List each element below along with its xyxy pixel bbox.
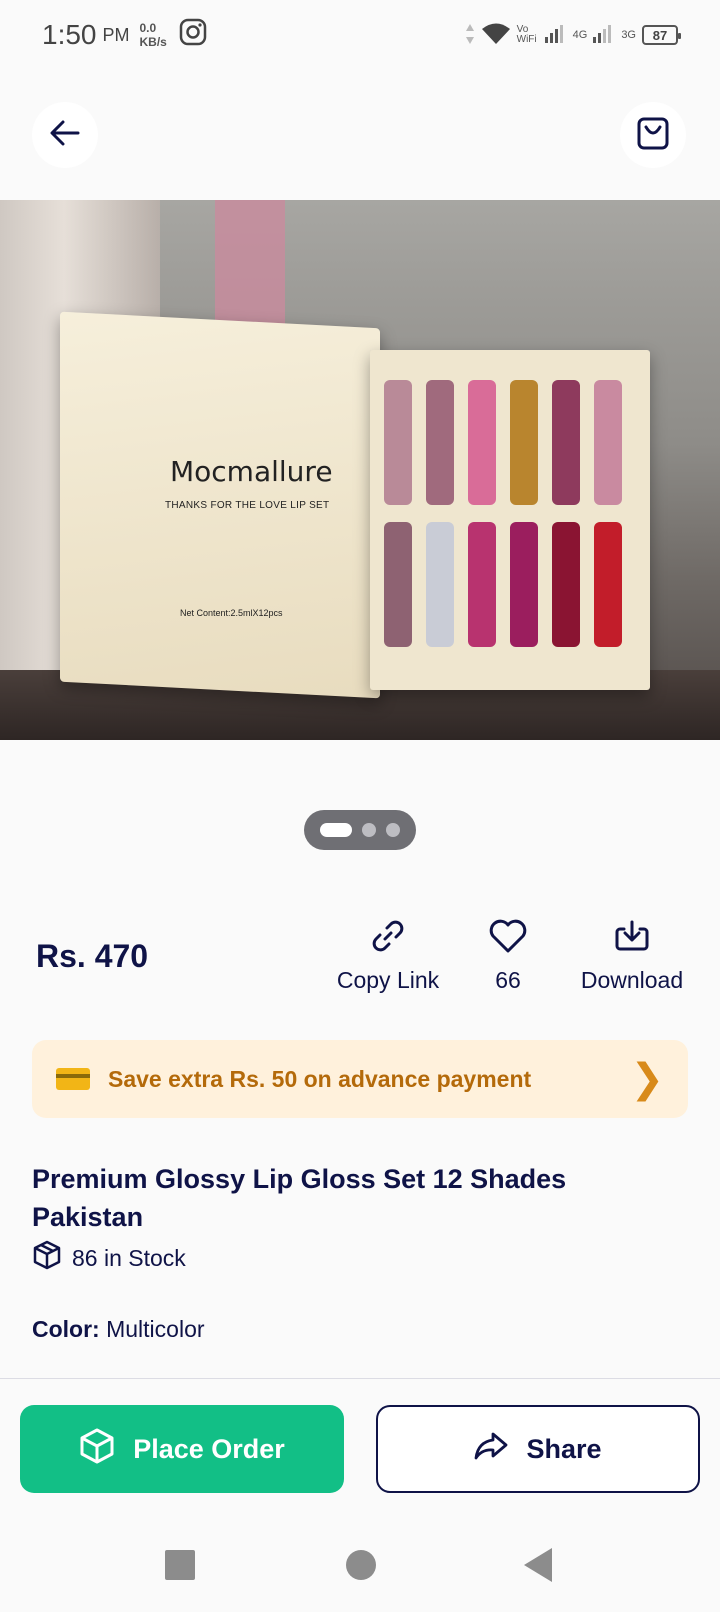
data-arrows-icon bbox=[465, 23, 475, 48]
carousel-dot-active[interactable] bbox=[320, 823, 352, 837]
arrow-left-icon bbox=[50, 120, 80, 151]
gloss-tube bbox=[510, 380, 538, 505]
share-arrow-icon bbox=[474, 1431, 508, 1468]
recent-apps-button[interactable] bbox=[165, 1550, 195, 1580]
link-icon bbox=[370, 918, 406, 959]
package-icon bbox=[79, 1427, 115, 1472]
box-net-content: Net Content:2.5mlX12pcs bbox=[180, 608, 283, 618]
box-tagline: THANKS FOR THE LOVE LIP SET bbox=[165, 500, 330, 511]
carousel-indicator bbox=[304, 810, 416, 850]
download-label: Download bbox=[580, 967, 684, 993]
color-label: Color: bbox=[32, 1316, 100, 1342]
stock-count: 86 in Stock bbox=[72, 1244, 186, 1271]
battery-level: 87 bbox=[652, 27, 668, 43]
gloss-tube bbox=[468, 522, 496, 647]
product-price: Rs. 470 bbox=[36, 938, 149, 974]
network-speed: 0.0 KB/s bbox=[140, 21, 167, 49]
divider bbox=[0, 1378, 720, 1379]
network-type-1: 4G bbox=[572, 29, 588, 41]
carousel-dot[interactable] bbox=[362, 823, 376, 837]
advance-payment-banner[interactable]: Save extra Rs. 50 on advance payment ❯ bbox=[32, 1040, 688, 1118]
cart-button[interactable] bbox=[620, 102, 686, 168]
copy-link-label: Copy Link bbox=[336, 967, 440, 993]
heart-icon bbox=[488, 918, 528, 959]
back-button[interactable] bbox=[32, 102, 98, 168]
gloss-tray bbox=[370, 350, 650, 690]
place-order-button[interactable]: Place Order bbox=[20, 1405, 344, 1493]
download-icon bbox=[614, 918, 650, 959]
shopping-bag-icon bbox=[636, 115, 670, 156]
network-speed-value: 0.0 bbox=[139, 21, 157, 35]
signal-icon-1 bbox=[544, 24, 567, 47]
promo-text: Save extra Rs. 50 on advance payment bbox=[108, 1065, 532, 1092]
wifi-icon bbox=[481, 22, 511, 49]
like-count: 66 bbox=[495, 967, 521, 993]
status-icons: Vo WiFi 4G 3G 87 bbox=[465, 22, 681, 49]
download-button[interactable]: Download bbox=[574, 918, 690, 994]
gloss-tube bbox=[384, 522, 412, 647]
box-brand-text: Mocmallure bbox=[170, 455, 333, 488]
carousel-dot[interactable] bbox=[386, 823, 400, 837]
gloss-tube bbox=[552, 522, 580, 647]
gloss-tube bbox=[594, 522, 622, 647]
chevron-right-icon: ❯ bbox=[630, 1057, 664, 1101]
home-button[interactable] bbox=[346, 1550, 376, 1580]
product-title: Premium Glossy Lip Gloss Set 12 Shades P… bbox=[32, 1164, 567, 1232]
gloss-tube bbox=[426, 522, 454, 647]
gloss-tube bbox=[384, 380, 412, 505]
color-info: Color: Multicolor bbox=[32, 1316, 205, 1343]
share-label: Share bbox=[526, 1433, 602, 1464]
copy-link-button[interactable]: Copy Link bbox=[334, 918, 442, 994]
color-value: Multicolor bbox=[106, 1316, 205, 1342]
status-ampm: PM bbox=[102, 24, 130, 45]
system-back-button[interactable] bbox=[524, 1548, 552, 1582]
gloss-tube bbox=[552, 380, 580, 505]
gloss-tube bbox=[426, 380, 454, 505]
like-button[interactable]: 66 bbox=[478, 918, 538, 994]
share-button[interactable]: Share bbox=[376, 1405, 700, 1493]
credit-card-icon bbox=[56, 1068, 90, 1090]
gloss-tube bbox=[594, 380, 622, 505]
gloss-tube bbox=[468, 380, 496, 505]
place-order-label: Place Order bbox=[133, 1433, 285, 1464]
battery-icon: 87 bbox=[642, 25, 681, 45]
signal-icon-2 bbox=[593, 24, 615, 47]
instagram-icon bbox=[179, 18, 207, 53]
vowifi-label: Vo WiFi bbox=[516, 24, 537, 45]
box-icon bbox=[32, 1240, 62, 1276]
stock-info: 86 in Stock bbox=[32, 1240, 186, 1276]
status-time: 1:50 bbox=[42, 19, 97, 50]
network-type-2: 3G bbox=[621, 29, 636, 41]
network-speed-unit: KB/s bbox=[139, 35, 167, 49]
gloss-tube bbox=[510, 522, 538, 647]
status-bar: 1:50 PM 0.0 KB/s Vo WiFi 4G 3G 87 bbox=[0, 0, 720, 70]
product-image[interactable]: Mocmallure THANKS FOR THE LOVE LIP SET N… bbox=[0, 200, 720, 740]
